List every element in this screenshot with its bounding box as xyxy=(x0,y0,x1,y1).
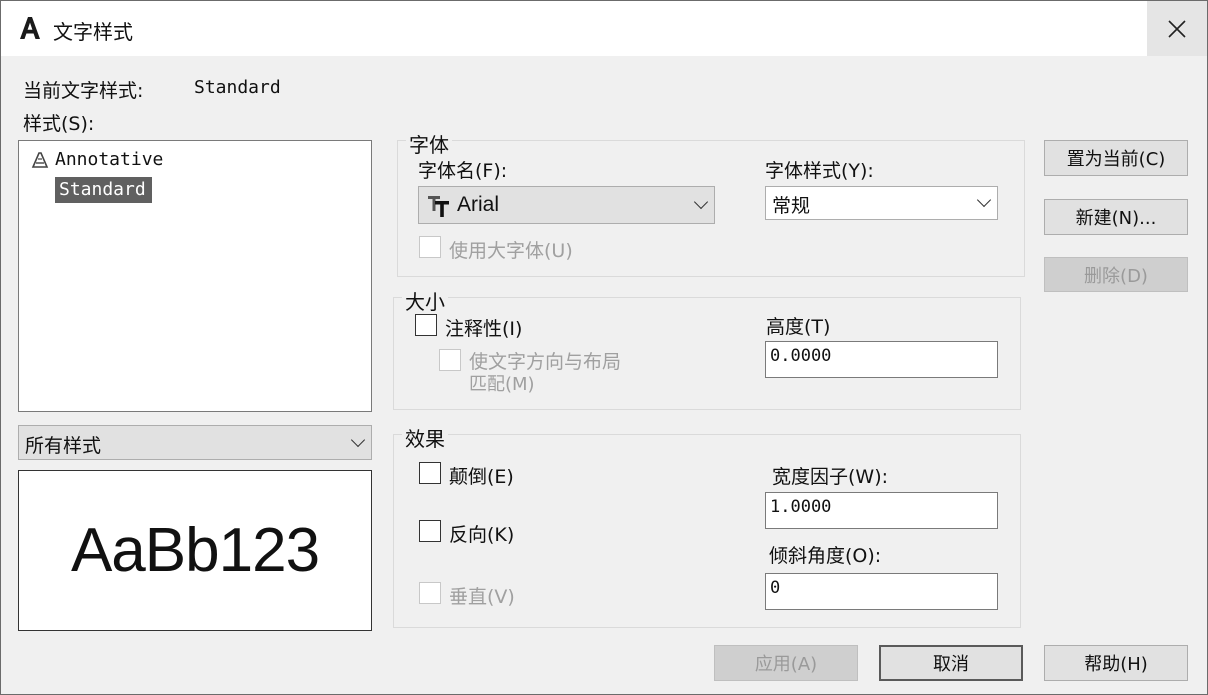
chevron-down-icon xyxy=(976,192,992,208)
preview-text: AaBb123 xyxy=(70,516,320,585)
upside-down-checkbox[interactable] xyxy=(419,462,441,484)
backwards-checkbox[interactable] xyxy=(419,520,441,542)
style-filter-value: 所有样式 xyxy=(25,435,102,457)
current-style-label: 当前文字样式: xyxy=(23,80,144,102)
help-button[interactable]: 帮助(H) xyxy=(1044,645,1188,681)
annotative-icon xyxy=(31,151,49,168)
match-orientation-checkbox[interactable] xyxy=(439,349,461,371)
use-big-font-checkbox[interactable] xyxy=(419,236,441,258)
delete-button[interactable]: 删除(D) xyxy=(1044,257,1188,292)
close-icon xyxy=(1168,19,1186,38)
font-name-dropdown[interactable]: Arial xyxy=(418,186,715,224)
upside-down-label: 颠倒(E) xyxy=(449,466,514,488)
width-factor-label: 宽度因子(W): xyxy=(772,466,889,488)
font-group-legend: 字体 xyxy=(406,129,452,158)
current-style-value: Standard xyxy=(194,77,281,98)
truetype-font-icon xyxy=(428,196,449,217)
annotative-label: 注释性(I) xyxy=(445,318,523,340)
list-item-annotative[interactable]: Annotative xyxy=(31,149,163,170)
use-big-font-label: 使用大字体(U) xyxy=(449,240,573,262)
close-button[interactable] xyxy=(1147,1,1207,56)
styles-listbox[interactable]: Annotative Standard xyxy=(18,140,372,412)
vertical-checkbox[interactable] xyxy=(419,582,441,604)
preview-box: AaBb123 xyxy=(18,470,372,631)
height-input[interactable]: 0.0000 xyxy=(765,341,998,378)
apply-button[interactable]: 应用(A) xyxy=(714,645,858,681)
set-current-button[interactable]: 置为当前(C) xyxy=(1044,140,1188,176)
styles-label: 样式(S): xyxy=(23,113,95,135)
style-filter-dropdown[interactable]: 所有样式 xyxy=(18,425,372,460)
backwards-label: 反向(K) xyxy=(449,524,515,546)
chevron-down-icon xyxy=(350,432,366,447)
annotative-checkbox[interactable] xyxy=(415,314,437,336)
oblique-angle-label: 倾斜角度(O): xyxy=(769,545,882,567)
chevron-down-icon xyxy=(693,194,709,210)
list-item-label: Annotative xyxy=(55,149,164,170)
font-name-value: Arial xyxy=(457,193,500,216)
cancel-button[interactable]: 取消 xyxy=(879,645,1023,681)
match-orientation-label-2: 匹配(M) xyxy=(469,374,535,395)
autocad-a-icon xyxy=(17,15,43,41)
window-title: 文字样式 xyxy=(53,20,133,44)
vertical-label: 垂直(V) xyxy=(449,586,515,608)
width-factor-input[interactable]: 1.0000 xyxy=(765,492,998,529)
size-group-legend: 大小 xyxy=(402,286,448,315)
list-item-standard[interactable]: Standard xyxy=(55,177,152,203)
height-label: 高度(T) xyxy=(766,316,831,338)
text-style-dialog: 文字样式 当前文字样式: Standard 样式(S): Annotative … xyxy=(0,0,1208,695)
font-name-label: 字体名(F): xyxy=(418,160,508,182)
font-style-value: 常规 xyxy=(772,195,811,217)
new-style-button[interactable]: 新建(N)... xyxy=(1044,199,1188,235)
font-style-label: 字体样式(Y): xyxy=(765,160,874,182)
oblique-angle-input[interactable]: 0 xyxy=(765,573,998,610)
font-style-dropdown[interactable]: 常规 xyxy=(765,186,998,220)
title-bar: 文字样式 xyxy=(1,1,1207,56)
effects-group-legend: 效果 xyxy=(402,423,448,452)
